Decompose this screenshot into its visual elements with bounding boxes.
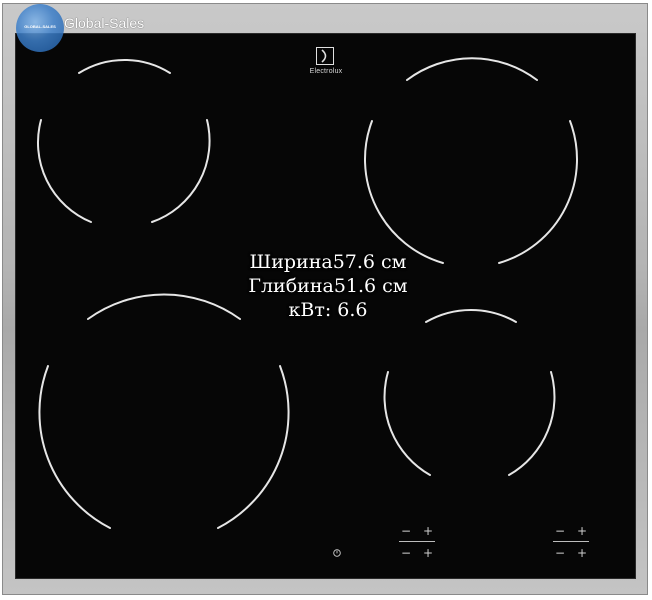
brand-name: Electrolux bbox=[309, 68, 343, 75]
spec-overlay: Ширина57.6 см Глибина51.6 см кВт: 6.6 bbox=[200, 250, 456, 322]
spec-depth: Глибина51.6 см bbox=[248, 275, 408, 297]
zone-minus-button[interactable]: − bbox=[554, 547, 566, 559]
burner-top-right bbox=[364, 57, 578, 264]
burner-bottom-left bbox=[38, 293, 290, 529]
spec-width: Ширина57.6 см bbox=[249, 251, 407, 273]
watermark: GLOBAL-SALES Global-Sales bbox=[14, 4, 174, 52]
watermark-label: Global-Sales bbox=[64, 15, 145, 31]
watermark-globe-text: GLOBAL-SALES bbox=[24, 24, 56, 29]
control-divider bbox=[553, 541, 589, 542]
zone-minus-button[interactable]: − bbox=[554, 525, 566, 537]
zone-plus-button[interactable]: + bbox=[576, 525, 588, 537]
zone-plus-button[interactable]: + bbox=[422, 525, 434, 537]
control-divider bbox=[399, 541, 435, 542]
zone-minus-button[interactable]: − bbox=[400, 547, 412, 559]
power-icon[interactable] bbox=[333, 549, 341, 557]
burner-bottom-right bbox=[383, 308, 556, 476]
zone-minus-button[interactable]: − bbox=[400, 525, 412, 537]
spec-power: кВт: 6.6 bbox=[288, 299, 368, 321]
burner-top-left bbox=[36, 59, 211, 223]
zone-plus-button[interactable]: + bbox=[576, 547, 588, 559]
zone-plus-button[interactable]: + bbox=[422, 547, 434, 559]
electrolux-logo-icon bbox=[316, 47, 334, 65]
